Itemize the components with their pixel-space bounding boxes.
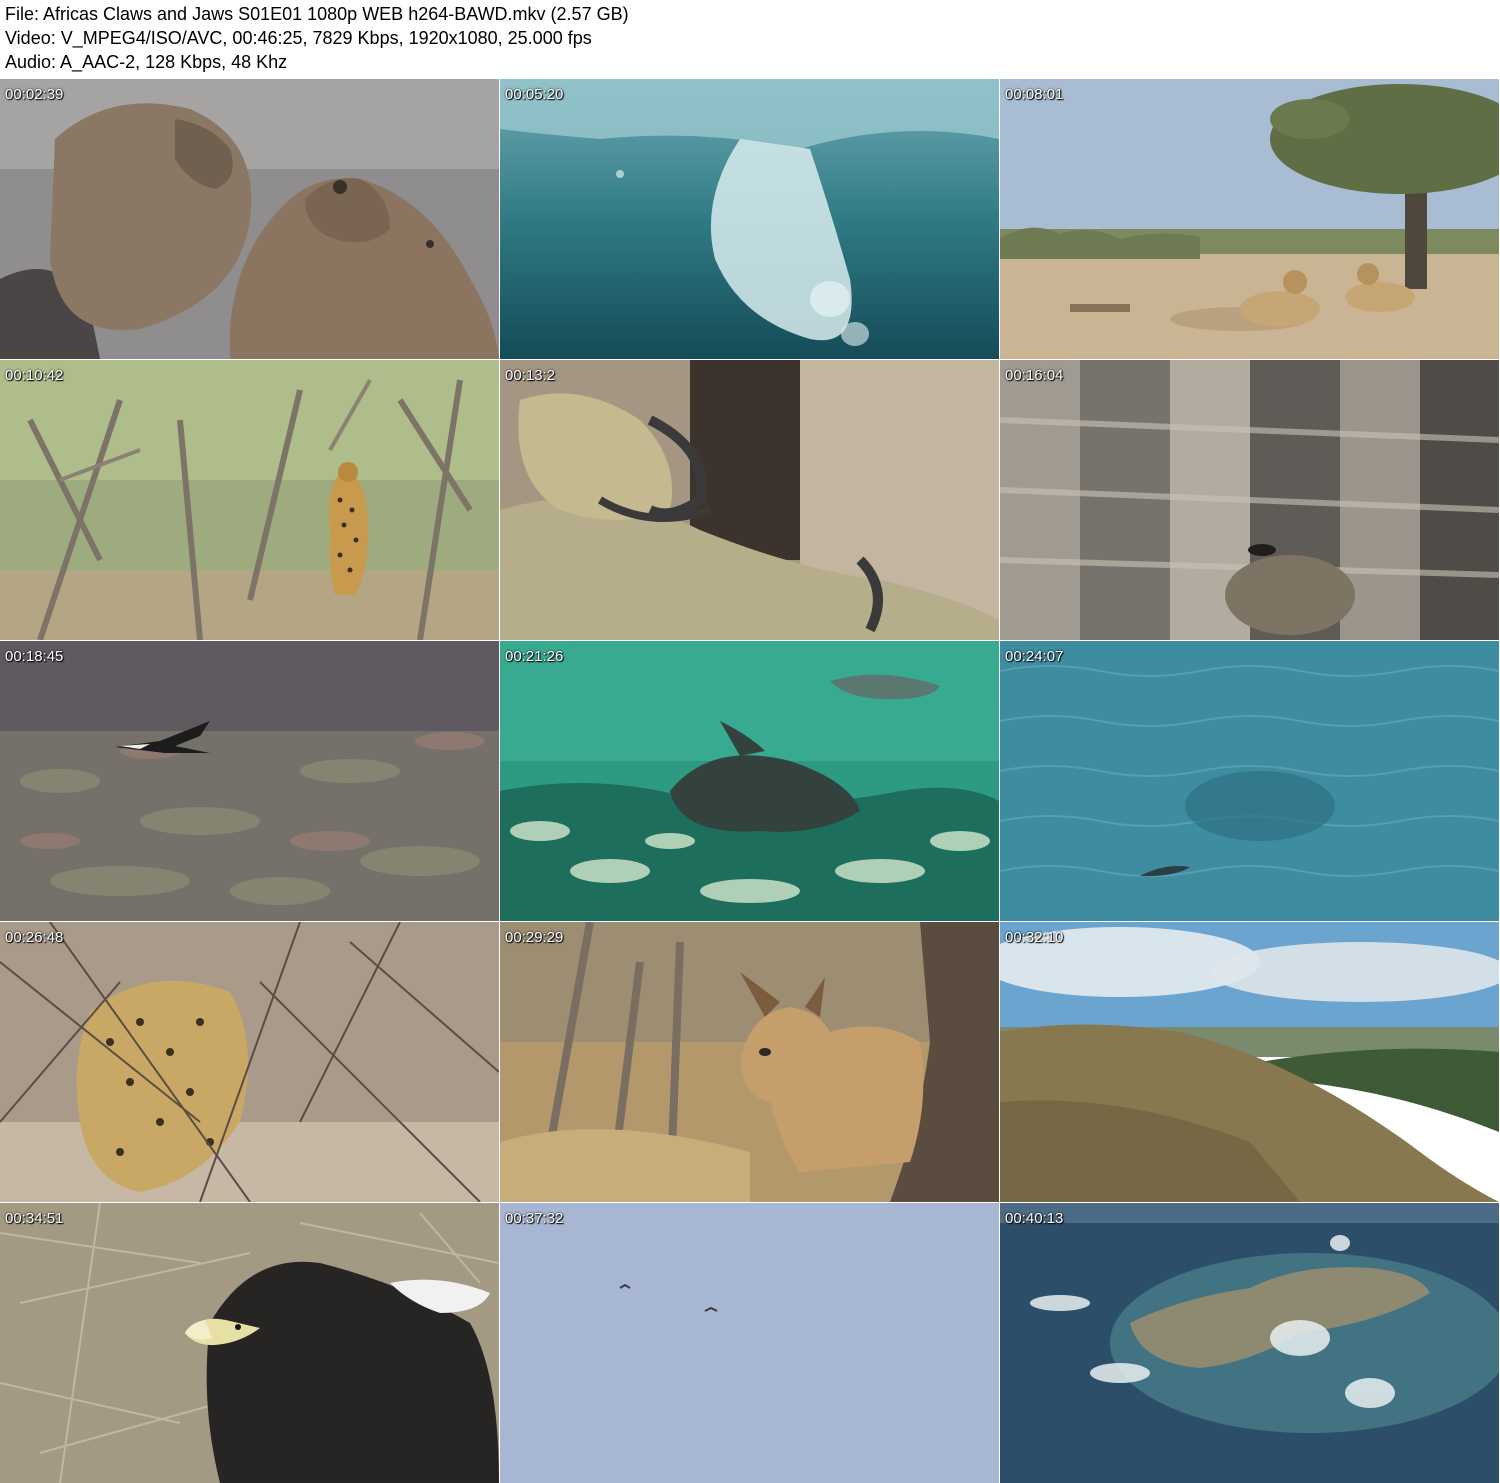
leopard-in-thicket-image xyxy=(0,922,499,1202)
video-info-line: Video: V_MPEG4/ISO/AVC, 00:46:25, 7829 K… xyxy=(5,28,592,48)
seals-underwater-image xyxy=(500,641,999,921)
eagle-flying-low-image xyxy=(0,641,499,921)
thumbnail-1: 00:02:39 xyxy=(0,79,499,359)
timestamp-label: 00:05:20 xyxy=(505,86,564,103)
thumbnail-3: 00:08:01 xyxy=(1000,79,1499,359)
thumbnail-10: 00:26:48 xyxy=(0,922,499,1202)
timestamp-label: 00:26:48 xyxy=(5,929,64,946)
timestamp-label: 00:21:26 xyxy=(505,648,564,665)
shark-in-ocean-image xyxy=(1000,641,1499,921)
thumbnail-7: 00:18:45 xyxy=(0,641,499,921)
timestamp-label: 00:02:39 xyxy=(5,86,64,103)
timestamp-label: 00:13:2 xyxy=(505,367,556,384)
thumbnail-5: 00:13:2 xyxy=(500,360,999,640)
thumbnail-6: 00:16:04 xyxy=(1000,360,1499,640)
hillside-landscape-image xyxy=(1000,922,1499,1202)
caracal-image xyxy=(500,922,999,1202)
thumbnail-grid: 00:02:39 00:05:20 00:08:01 00:10:42 00:1… xyxy=(0,79,1500,1483)
underwater-bubbles-image xyxy=(500,79,999,359)
thumbnail-8: 00:21:26 xyxy=(500,641,999,921)
timestamp-label: 00:24:07 xyxy=(1005,648,1064,665)
leopard-in-bush-image xyxy=(0,360,499,640)
timestamp-label: 00:29:29 xyxy=(505,929,564,946)
cliff-nest-image xyxy=(1000,360,1499,640)
timestamp-label: 00:10:42 xyxy=(5,367,64,384)
file-info-line: File: Africas Claws and Jaws S01E01 1080… xyxy=(5,4,629,24)
rocky-island-image xyxy=(1000,1203,1499,1483)
timestamp-label: 00:18:45 xyxy=(5,648,64,665)
thumbnail-9: 00:24:07 xyxy=(1000,641,1499,921)
thumbnail-4: 00:10:42 xyxy=(0,360,499,640)
thumbnail-14: 00:37:32 xyxy=(500,1203,999,1483)
fur-seals-image xyxy=(0,79,499,359)
cheetahs-under-tree-image xyxy=(1000,79,1499,359)
timestamp-label: 00:16:04 xyxy=(1005,367,1064,384)
timestamp-label: 00:40:13 xyxy=(1005,1210,1064,1227)
birds-in-sky-image xyxy=(500,1203,999,1483)
timestamp-label: 00:08:01 xyxy=(1005,86,1064,103)
thumbnail-2: 00:05:20 xyxy=(500,79,999,359)
audio-info-line: Audio: A_AAC-2, 128 Kbps, 48 Khz xyxy=(5,52,288,72)
timestamp-label: 00:34:51 xyxy=(5,1210,64,1227)
eagle-on-nest-image xyxy=(0,1203,499,1483)
thumbnail-13: 00:34:51 xyxy=(0,1203,499,1483)
eagle-talons-image xyxy=(500,360,999,640)
thumbnail-12: 00:32:10 xyxy=(1000,922,1499,1202)
thumbnail-11: 00:29:29 xyxy=(500,922,999,1202)
timestamp-label: 00:32:10 xyxy=(1005,929,1064,946)
file-info-header: File: Africas Claws and Jaws S01E01 1080… xyxy=(0,0,1500,79)
timestamp-label: 00:37:32 xyxy=(505,1210,564,1227)
thumbnail-15: 00:40:13 xyxy=(1000,1203,1499,1483)
